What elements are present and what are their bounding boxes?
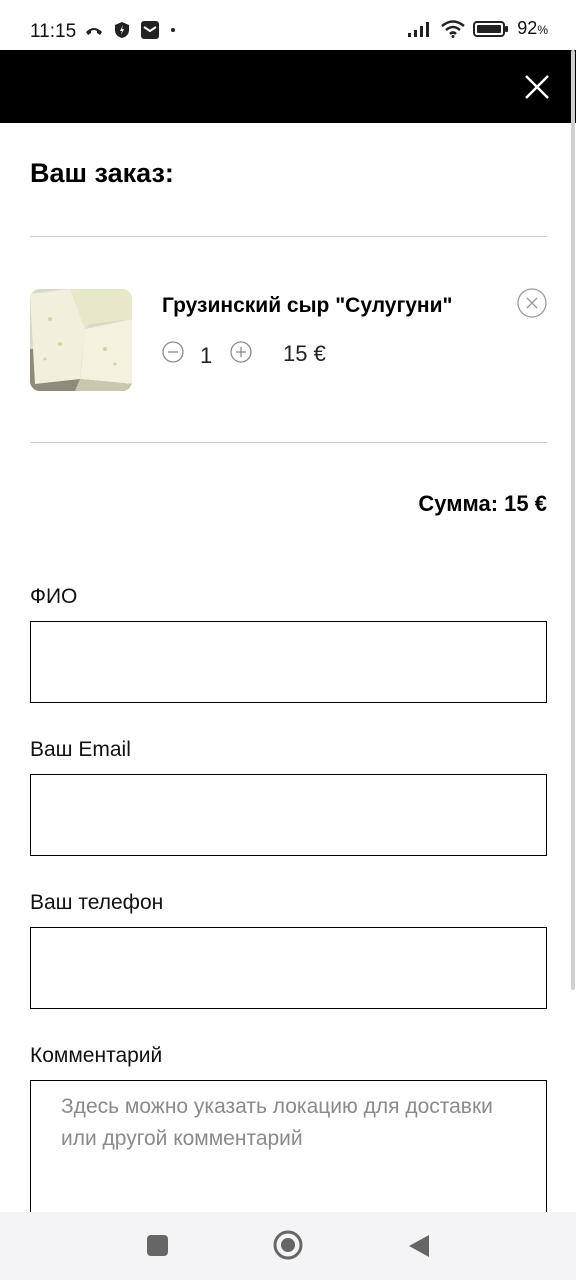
system-nav-bar bbox=[0, 1212, 576, 1280]
quantity-value: 1 bbox=[200, 343, 213, 368]
comment-field[interactable]: Здесь можно указать локацию для доставки… bbox=[30, 1080, 547, 1222]
recents-button[interactable] bbox=[147, 1235, 168, 1256]
phone-label: Ваш телефон bbox=[30, 891, 164, 914]
name-label: ФИО bbox=[30, 585, 78, 608]
battery-icon bbox=[473, 20, 509, 37]
mail-icon bbox=[141, 21, 159, 39]
email-field[interactable] bbox=[30, 774, 547, 856]
cheese-image bbox=[30, 289, 132, 391]
plus-circle-icon[interactable] bbox=[230, 341, 252, 363]
divider bbox=[30, 442, 547, 443]
shield-icon bbox=[115, 22, 129, 38]
wifi-icon bbox=[441, 19, 466, 38]
dot-icon bbox=[171, 28, 175, 32]
order-title: Ваш заказ: bbox=[30, 158, 174, 188]
product-image bbox=[30, 289, 132, 391]
item-price: 15 € bbox=[283, 341, 326, 366]
name-field[interactable] bbox=[30, 621, 547, 703]
cart-header bbox=[0, 50, 576, 123]
battery-level: 92% bbox=[517, 18, 548, 38]
product-name: Грузинский сыр "Сулугуни" bbox=[162, 294, 453, 317]
status-bar: 11:15 92% bbox=[0, 0, 576, 50]
back-button[interactable] bbox=[407, 1233, 431, 1259]
status-time: 11:15 bbox=[30, 21, 77, 42]
remove-item-icon[interactable] bbox=[517, 288, 547, 318]
comment-placeholder: Здесь можно указать локацию для доставки… bbox=[61, 1095, 493, 1150]
close-icon[interactable] bbox=[524, 74, 550, 100]
missed-call-icon bbox=[86, 28, 102, 35]
scrollbar[interactable] bbox=[571, 50, 575, 990]
minus-circle-icon[interactable] bbox=[162, 341, 184, 363]
comment-label: Комментарий bbox=[30, 1044, 163, 1067]
divider bbox=[30, 236, 547, 237]
signal-icon bbox=[408, 21, 430, 37]
phone-field[interactable] bbox=[30, 927, 547, 1009]
home-button[interactable] bbox=[273, 1230, 303, 1260]
status-notification-icons bbox=[84, 20, 176, 40]
status-right: 92% bbox=[407, 18, 548, 39]
email-label: Ваш Email bbox=[30, 738, 131, 761]
order-total: Сумма: 15 € bbox=[418, 491, 547, 516]
